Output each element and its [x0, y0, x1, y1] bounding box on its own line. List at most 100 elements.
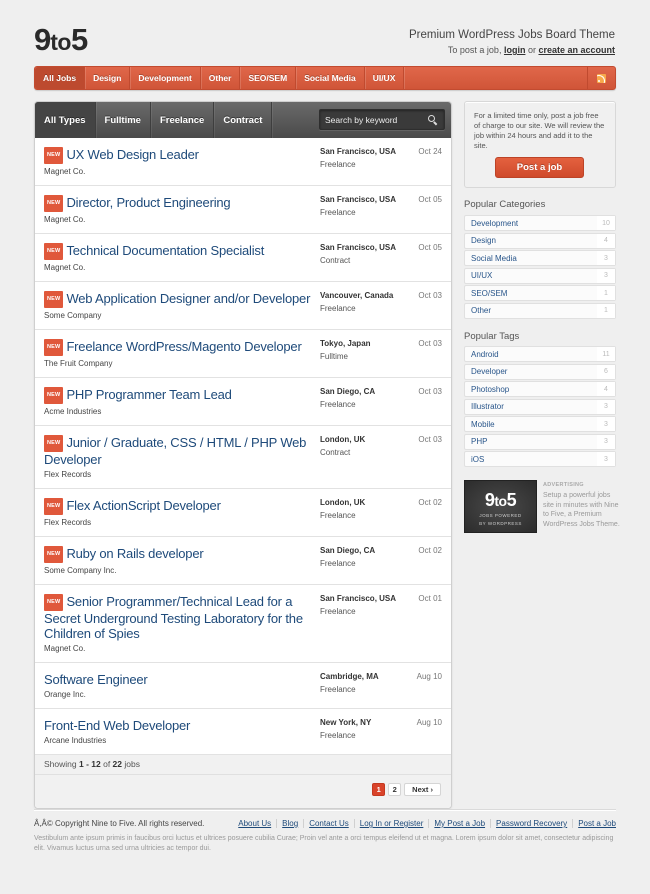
ad-sub-line-1: JOBS POWERED	[479, 513, 522, 518]
nav-item-seo-sem[interactable]: SEO/SEM	[240, 67, 297, 89]
job-title-link[interactable]: Technical Documentation Specialist	[66, 243, 264, 258]
footer-link-my-post-a-job[interactable]: My Post a Job	[428, 819, 490, 828]
job-title-link[interactable]: UX Web Design Leader	[66, 147, 199, 162]
job-title-link[interactable]: PHP Programmer Team Lead	[66, 387, 231, 402]
copyright-text: Â,Â© Copyright Nine to Five. All rights …	[34, 819, 205, 828]
tag-item[interactable]: iOS 3	[464, 451, 616, 467]
category-label: Social Media	[471, 253, 517, 263]
new-badge: NEW	[44, 594, 64, 611]
job-row[interactable]: NEW Senior Programmer/Technical Lead for …	[35, 585, 451, 663]
tag-item[interactable]: Developer 6	[464, 363, 616, 380]
filter-tab-all-types[interactable]: All Types	[35, 102, 96, 138]
filter-tab-freelance[interactable]: Freelance	[151, 102, 215, 138]
job-title-link[interactable]: Junior / Graduate, CSS / HTML / PHP Web …	[44, 435, 306, 467]
job-type: Freelance	[320, 160, 356, 169]
filter-tab-fulltime[interactable]: Fulltime	[96, 102, 151, 138]
job-title-link[interactable]: Freelance WordPress/Magento Developer	[66, 339, 301, 354]
footer-note: Vestibulum ante ipsum primis in faucibus…	[34, 835, 614, 852]
category-item[interactable]: UI/UX 3	[464, 267, 616, 284]
category-item[interactable]: Design 4	[464, 232, 616, 249]
job-row[interactable]: NEW Ruby on Rails developer Some Company …	[35, 537, 451, 585]
tag-item[interactable]: Android 11	[464, 346, 616, 362]
job-location: Tokyo, Japan	[320, 339, 371, 348]
tag-item[interactable]: Mobile 3	[464, 416, 616, 432]
tag-item[interactable]: Photoshop 4	[464, 381, 616, 397]
job-title-link[interactable]: Software Engineer	[44, 672, 148, 687]
showing-to: 12	[91, 759, 101, 769]
job-row[interactable]: NEW Freelance WordPress/Magento Developer…	[35, 330, 451, 378]
category-item[interactable]: SEO/SEM 1	[464, 285, 616, 301]
footer-link-post-a-job[interactable]: Post a Job	[572, 819, 616, 828]
job-date: Aug 10	[416, 718, 442, 727]
logo-to: to	[50, 29, 71, 55]
tag-label: Android	[471, 349, 499, 359]
footer-link-contact-us[interactable]: Contact Us	[303, 819, 354, 828]
job-row[interactable]: NEW Junior / Graduate, CSS / HTML / PHP W…	[35, 426, 451, 489]
footer-link-about-us[interactable]: About Us	[233, 819, 276, 828]
nav-item-social-media[interactable]: Social Media	[296, 67, 365, 89]
job-row[interactable]: Front-End Web Developer Arcane Industrie…	[35, 709, 451, 755]
category-item[interactable]: Other 1	[464, 302, 616, 319]
tag-count: 3	[597, 452, 615, 466]
keyword-search-input[interactable]	[320, 114, 424, 125]
tag-item[interactable]: Illustrator 3	[464, 398, 616, 415]
job-date: Oct 03	[418, 435, 442, 444]
job-row[interactable]: NEW Web Application Designer and/or Devel…	[35, 282, 451, 330]
job-type: Contract	[320, 256, 351, 265]
job-row[interactable]: NEW Director, Product Engineering Magnet …	[35, 186, 451, 234]
search-icon[interactable]	[426, 113, 440, 127]
login-link[interactable]: login	[504, 45, 526, 55]
footer-link-blog[interactable]: Blog	[276, 819, 303, 828]
job-location: San Diego, CA	[320, 546, 376, 555]
job-row[interactable]: Software Engineer Orange Inc. Cambridge,…	[35, 663, 451, 709]
create-account-link[interactable]: create an account	[538, 45, 615, 55]
job-company: Magnet Co.	[44, 167, 86, 176]
nav-item-other[interactable]: Other	[201, 67, 241, 89]
job-title-link[interactable]: Senior Programmer/Technical Lead for a S…	[44, 594, 303, 641]
category-item[interactable]: Social Media 3	[464, 250, 616, 266]
job-title-link[interactable]: Front-End Web Developer	[44, 718, 190, 733]
footer-link-login-register[interactable]: Log In or Register	[353, 819, 429, 828]
job-row[interactable]: NEW Technical Documentation Specialist Ma…	[35, 234, 451, 282]
job-row[interactable]: NEW UX Web Design Leader Magnet Co. San F…	[35, 138, 451, 186]
ad-logo-5: 5	[506, 490, 517, 510]
job-company: Some Company	[44, 311, 102, 320]
job-title-link[interactable]: Ruby on Rails developer	[66, 546, 203, 561]
page-1-button[interactable]: 1	[372, 783, 386, 796]
nav-item-design[interactable]: Design	[85, 67, 131, 89]
footer-link-password-recovery[interactable]: Password Recovery	[490, 819, 572, 828]
nav-item-development[interactable]: Development	[130, 67, 201, 89]
next-page-button[interactable]: Next ›	[404, 783, 441, 796]
job-type: Freelance	[320, 304, 356, 313]
job-company: Flex Records	[44, 470, 92, 479]
footer-divider	[34, 809, 616, 810]
post-job-promo: For a limited time only, post a job free…	[464, 101, 616, 188]
job-type: Freelance	[320, 208, 356, 217]
nav-item-ui-ux[interactable]: UI/UX	[365, 67, 405, 89]
job-row[interactable]: NEW Flex ActionScript Developer Flex Reco…	[35, 489, 451, 537]
job-main: NEW Senior Programmer/Technical Lead for …	[44, 594, 312, 653]
site-tagline: Premium WordPress Jobs Board Theme	[408, 29, 615, 41]
site-logo[interactable]: 9to5	[34, 22, 88, 60]
results-count: Showing 1 - 12 of 22 jobs	[35, 755, 451, 775]
category-label: Other	[471, 306, 492, 315]
job-title-line: Front-End Web Developer	[44, 718, 312, 733]
tag-item[interactable]: PHP 3	[464, 433, 616, 450]
post-job-button[interactable]: Post a job	[495, 157, 584, 178]
category-item[interactable]: Development 10	[464, 215, 616, 231]
post-job-prompt: To post a job, login or create an accoun…	[448, 45, 615, 55]
job-row[interactable]: NEW PHP Programmer Team Lead Acme Industr…	[35, 378, 451, 426]
category-count: 1	[597, 303, 615, 318]
job-title-link[interactable]: Web Application Designer and/or Develope…	[66, 291, 310, 306]
filter-tab-contract[interactable]: Contract	[214, 102, 273, 138]
page-2-button[interactable]: 2	[388, 783, 402, 796]
rss-button[interactable]	[587, 67, 615, 89]
job-title-line: NEW Junior / Graduate, CSS / HTML / PHP W…	[44, 435, 312, 467]
ad-logo-to: to	[494, 493, 507, 509]
job-company: The Fruit Company	[44, 359, 113, 368]
advertisement-banner[interactable]: 9to5 JOBS POWERED BY WORDPRESS	[464, 480, 537, 533]
nav-item-all-jobs[interactable]: All Jobs	[35, 67, 86, 89]
job-title-link[interactable]: Flex ActionScript Developer	[66, 498, 220, 513]
job-title-link[interactable]: Director, Product Engineering	[66, 195, 230, 210]
